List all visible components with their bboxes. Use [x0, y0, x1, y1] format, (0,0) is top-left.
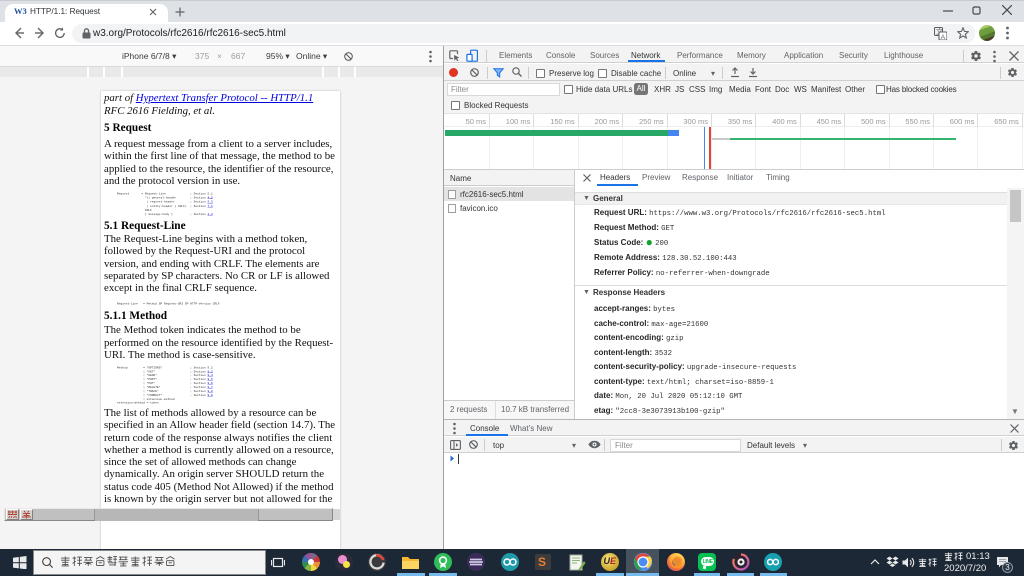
svg-text:A: A — [941, 34, 946, 40]
